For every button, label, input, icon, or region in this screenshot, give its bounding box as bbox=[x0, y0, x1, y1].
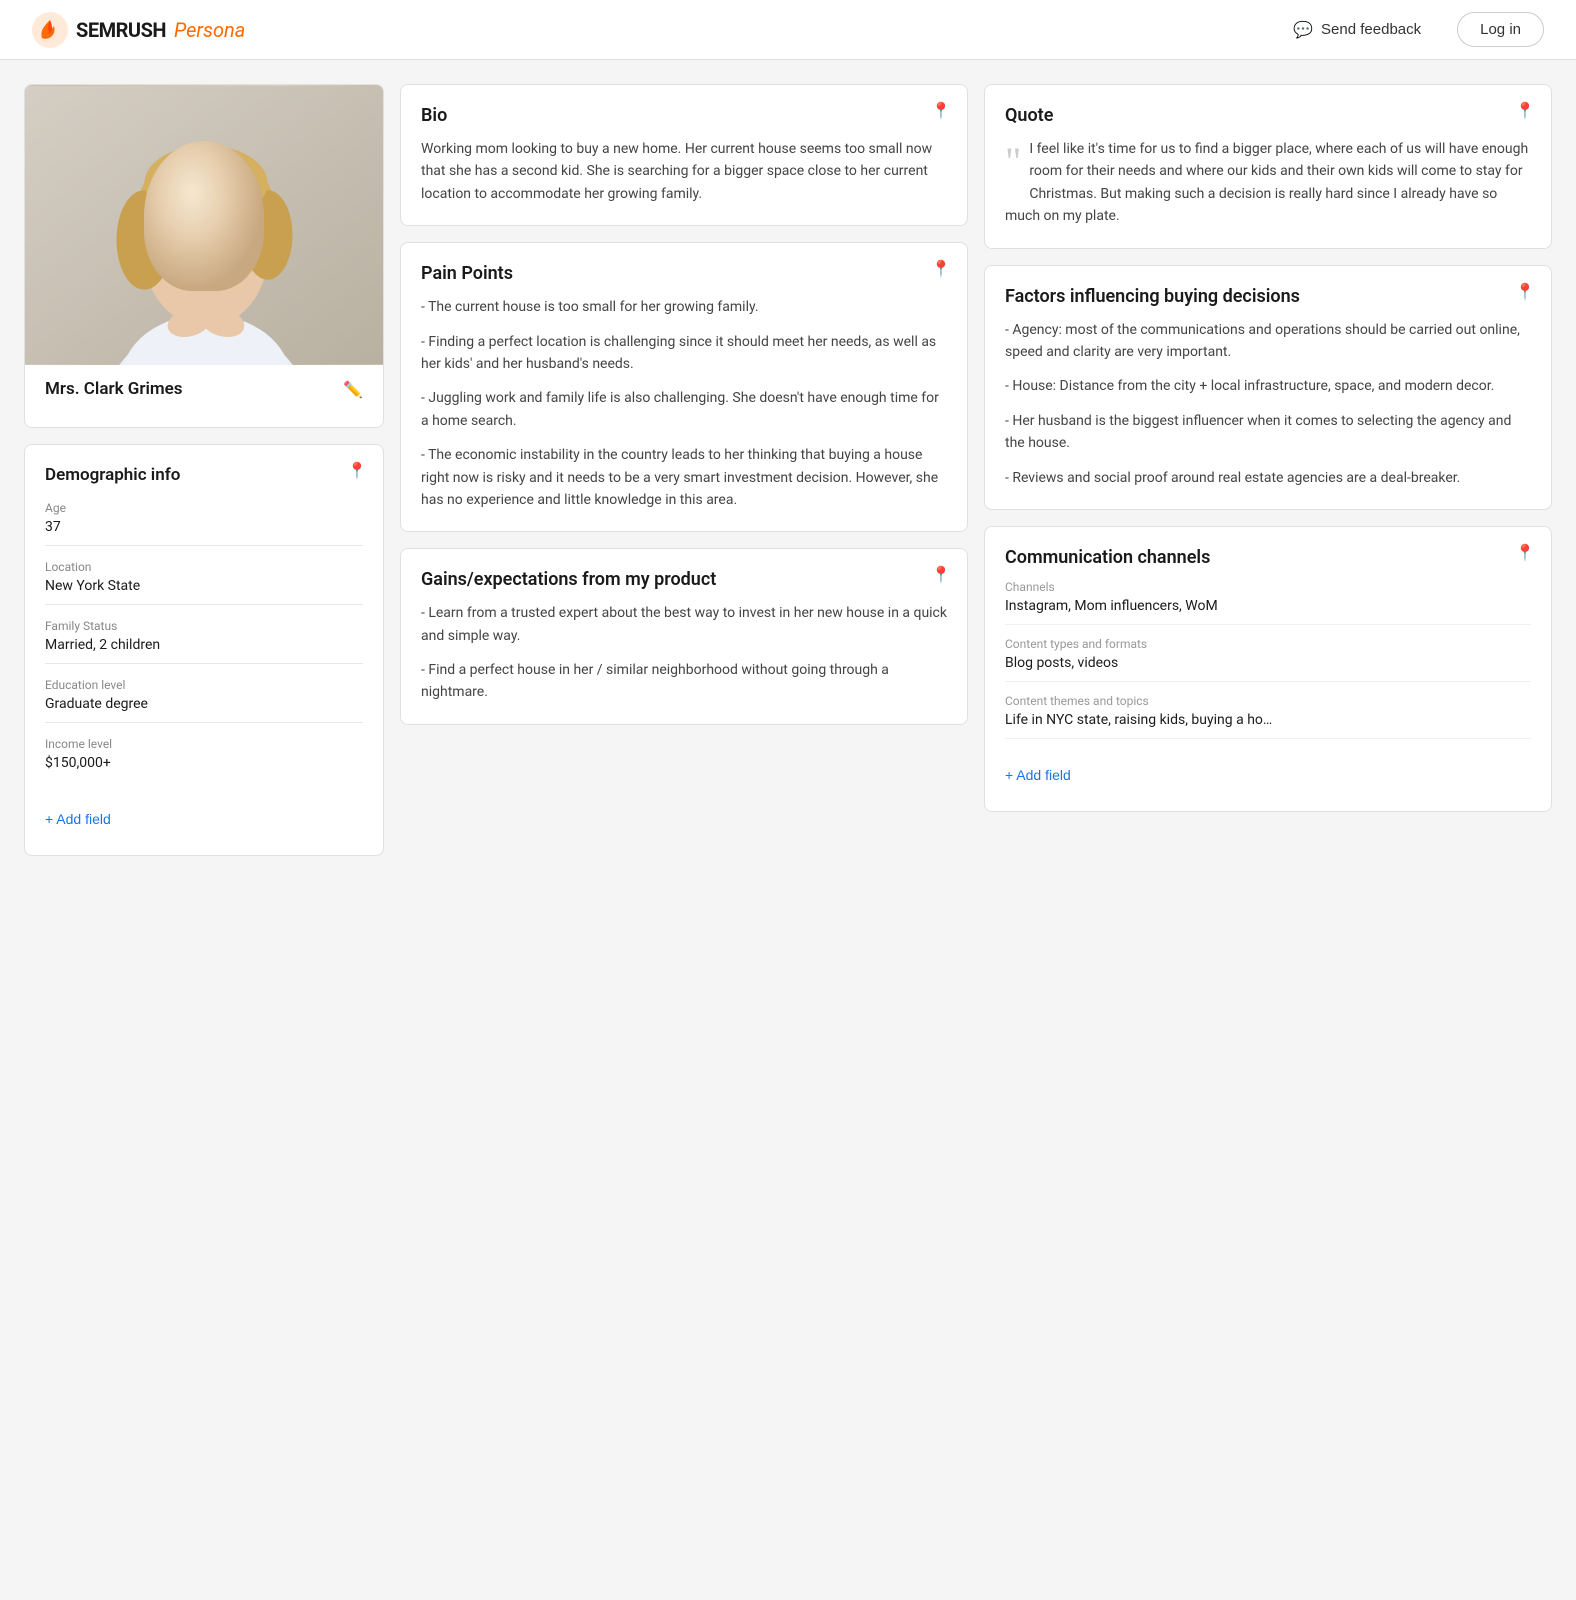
profile-card: Mrs. Clark Grimes ✏️ bbox=[24, 84, 384, 428]
logo-persona-text: Persona bbox=[174, 18, 245, 42]
feedback-label: Send feedback bbox=[1321, 21, 1421, 38]
location-value: New York State bbox=[45, 578, 363, 594]
add-channel-field-button[interactable]: + Add field bbox=[1005, 759, 1071, 791]
pain-point-item-2: - Finding a perfect location is challeng… bbox=[421, 331, 947, 376]
income-value: $150,000+ bbox=[45, 755, 363, 771]
factors-text: - Agency: most of the communications and… bbox=[1005, 319, 1531, 489]
pin-icon-factors[interactable]: 📍 bbox=[1515, 282, 1535, 301]
pin-icon-bio[interactable]: 📍 bbox=[931, 101, 951, 120]
pin-icon-gains[interactable]: 📍 bbox=[931, 565, 951, 584]
gains-card: 📍 Gains/expectations from my product - L… bbox=[400, 548, 968, 725]
profile-photo bbox=[25, 85, 383, 365]
chat-icon: 💬 bbox=[1293, 20, 1313, 40]
channels-field-2: Content types and formats Blog posts, vi… bbox=[1005, 637, 1531, 682]
factors-card: 📍 Factors influencing buying decisions -… bbox=[984, 265, 1552, 510]
education-field: Education level Graduate degree bbox=[45, 678, 363, 723]
pain-points-card: 📍 Pain Points - The current house is too… bbox=[400, 242, 968, 532]
middle-column: 📍 Bio Working mom looking to buy a new h… bbox=[400, 84, 968, 856]
channels-field-1: Channels Instagram, Mom influencers, WoM bbox=[1005, 580, 1531, 625]
semrush-logo-icon bbox=[32, 12, 68, 48]
bio-card: 📍 Bio Working mom looking to buy a new h… bbox=[400, 84, 968, 226]
login-button[interactable]: Log in bbox=[1457, 12, 1544, 47]
location-label: Location bbox=[45, 560, 363, 574]
pin-icon-pain-points[interactable]: 📍 bbox=[931, 259, 951, 278]
channels-label-3: Content themes and topics bbox=[1005, 694, 1531, 708]
quote-mark-icon: " bbox=[1005, 146, 1021, 178]
logo-area: SEMRUSH Persona bbox=[32, 12, 245, 48]
channels-title: Communication channels bbox=[1005, 547, 1531, 568]
send-feedback-button[interactable]: 💬 Send feedback bbox=[1281, 12, 1433, 48]
main-content: Mrs. Clark Grimes ✏️ 📍 Demographic info … bbox=[0, 60, 1576, 880]
pain-point-item-4: - The economic instability in the countr… bbox=[421, 444, 947, 511]
channels-label-2: Content types and formats bbox=[1005, 637, 1531, 651]
header: SEMRUSH Persona 💬 Send feedback Log in bbox=[0, 0, 1576, 60]
location-field: Location New York State bbox=[45, 560, 363, 605]
pin-icon-channels[interactable]: 📍 bbox=[1515, 543, 1535, 562]
pain-points-title: Pain Points bbox=[421, 263, 947, 284]
header-right: 💬 Send feedback Log in bbox=[1281, 12, 1544, 48]
income-label: Income level bbox=[45, 737, 363, 751]
left-column: Mrs. Clark Grimes ✏️ 📍 Demographic info … bbox=[24, 84, 384, 856]
pin-icon-quote[interactable]: 📍 bbox=[1515, 101, 1535, 120]
family-status-label: Family Status bbox=[45, 619, 363, 633]
age-label: Age bbox=[45, 501, 363, 515]
profile-name-row: Mrs. Clark Grimes ✏️ bbox=[25, 365, 383, 407]
channels-label-1: Channels bbox=[1005, 580, 1531, 594]
factor-item-4: - Reviews and social proof around real e… bbox=[1005, 467, 1531, 489]
channels-value-2: Blog posts, videos bbox=[1005, 655, 1531, 671]
gains-item-1: - Learn from a trusted expert about the … bbox=[421, 602, 947, 647]
channels-card: 📍 Communication channels Channels Instag… bbox=[984, 526, 1552, 812]
family-status-value: Married, 2 children bbox=[45, 637, 363, 653]
family-status-field: Family Status Married, 2 children bbox=[45, 619, 363, 664]
channels-value-3: Life in NYC state, raising kids, buying … bbox=[1005, 712, 1531, 728]
age-value: 37 bbox=[45, 519, 363, 535]
age-field: Age 37 bbox=[45, 501, 363, 546]
pain-point-item-3: - Juggling work and family life is also … bbox=[421, 387, 947, 432]
quote-title: Quote bbox=[1005, 105, 1531, 126]
factor-item-1: - Agency: most of the communications and… bbox=[1005, 319, 1531, 364]
bio-text: Working mom looking to buy a new home. H… bbox=[421, 138, 947, 205]
profile-image-svg bbox=[25, 85, 383, 365]
add-demographic-field-button[interactable]: + Add field bbox=[45, 803, 111, 835]
demographic-card: 📍 Demographic info Age 37 Location New Y… bbox=[24, 444, 384, 856]
factor-item-3: - Her husband is the biggest influencer … bbox=[1005, 410, 1531, 455]
channels-field-3: Content themes and topics Life in NYC st… bbox=[1005, 694, 1531, 739]
pin-icon-demographic[interactable]: 📍 bbox=[347, 461, 367, 480]
pain-points-text: - The current house is too small for her… bbox=[421, 296, 947, 511]
quote-body: " I feel like it's time for us to find a… bbox=[1005, 138, 1531, 228]
quote-card: 📍 Quote " I feel like it's time for us t… bbox=[984, 84, 1552, 249]
pain-point-item-1: - The current house is too small for her… bbox=[421, 296, 947, 318]
quote-text: I feel like it's time for us to find a b… bbox=[1005, 141, 1528, 224]
edit-profile-icon[interactable]: ✏️ bbox=[343, 380, 363, 399]
channels-value-1: Instagram, Mom influencers, WoM bbox=[1005, 598, 1531, 614]
bio-title: Bio bbox=[421, 105, 947, 126]
right-column: 📍 Quote " I feel like it's time for us t… bbox=[984, 84, 1552, 856]
gains-title: Gains/expectations from my product bbox=[421, 569, 947, 590]
income-field: Income level $150,000+ bbox=[45, 737, 363, 781]
profile-name: Mrs. Clark Grimes bbox=[45, 379, 183, 399]
gains-item-2: - Find a perfect house in her / similar … bbox=[421, 659, 947, 704]
factor-item-2: - House: Distance from the city + local … bbox=[1005, 375, 1531, 397]
gains-text: - Learn from a trusted expert about the … bbox=[421, 602, 947, 704]
education-label: Education level bbox=[45, 678, 363, 692]
education-value: Graduate degree bbox=[45, 696, 363, 712]
factors-title: Factors influencing buying decisions bbox=[1005, 286, 1531, 307]
logo-semrush-text: SEMRUSH bbox=[76, 18, 166, 42]
demographic-title: Demographic info bbox=[45, 465, 363, 485]
